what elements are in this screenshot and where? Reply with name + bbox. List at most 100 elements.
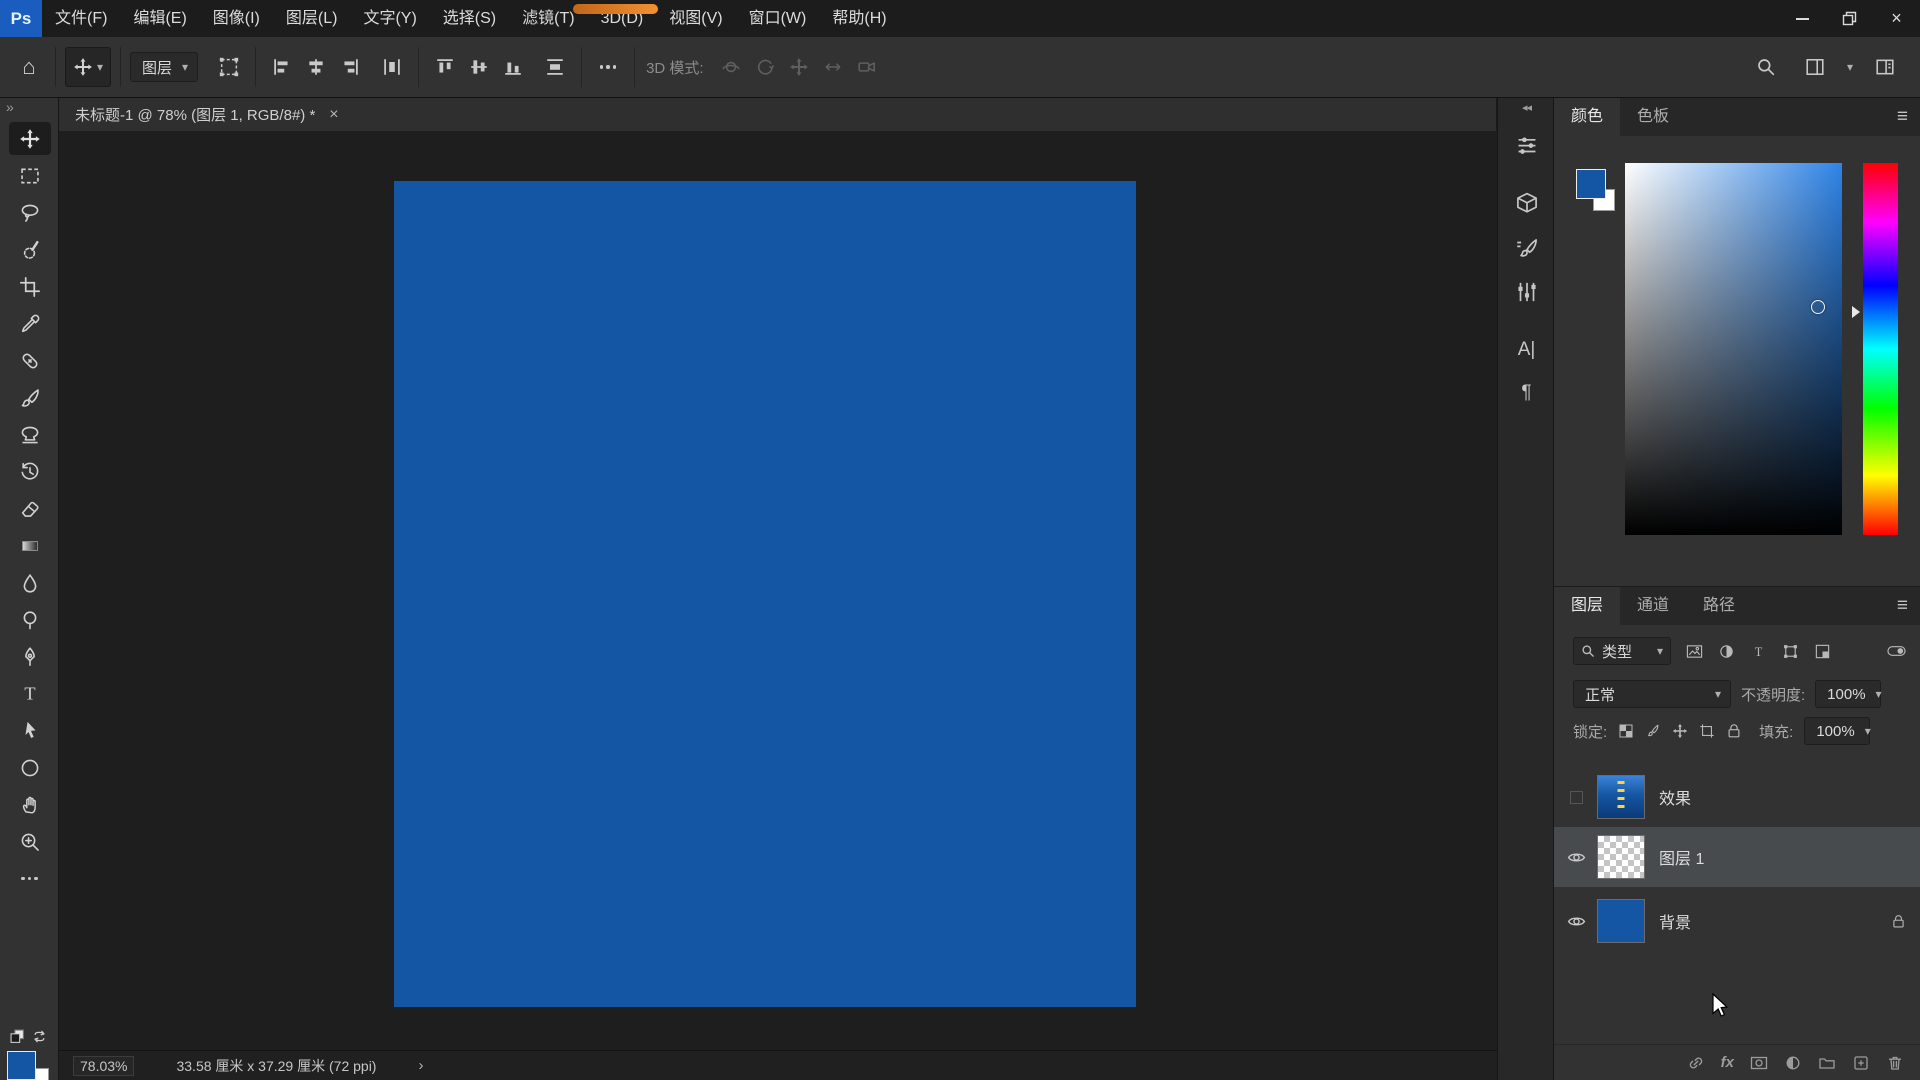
dodge-tool[interactable] <box>0 601 59 638</box>
brush-settings-panel-button[interactable] <box>1498 236 1555 262</box>
rectangular-marquee-tool[interactable] <box>0 157 59 194</box>
tab-channels[interactable]: 通道 <box>1620 587 1686 625</box>
saturation-brightness-field[interactable] <box>1625 163 1842 535</box>
shape-layer-filter-icon[interactable] <box>1782 643 1799 660</box>
layer-thumbnail[interactable] <box>1598 776 1644 818</box>
menu-window[interactable]: 窗口(W) <box>736 0 820 37</box>
menu-help[interactable]: 帮助(H) <box>819 0 899 37</box>
history-brush-tool[interactable] <box>0 453 59 490</box>
3d-slide-button[interactable] <box>816 47 850 87</box>
zoom-level-field[interactable]: 78.03% <box>73 1056 134 1076</box>
tool-preset-button[interactable]: ▾ <box>65 47 111 87</box>
default-colors-button[interactable] <box>10 1029 25 1049</box>
path-selection-tool[interactable] <box>0 712 59 749</box>
show-transform-controls-toggle[interactable] <box>212 47 246 87</box>
align-left-button[interactable] <box>265 47 299 87</box>
document-canvas[interactable] <box>394 181 1136 1007</box>
align-right-button[interactable] <box>333 47 367 87</box>
move-tool[interactable] <box>0 120 59 157</box>
new-group-button[interactable] <box>1818 1054 1836 1072</box>
menu-image[interactable]: 图像(I) <box>200 0 273 37</box>
panel-menu-icon[interactable]: ≡ <box>1897 106 1908 128</box>
distribute-horizontal-button[interactable] <box>375 47 409 87</box>
new-layer-button[interactable] <box>1852 1054 1870 1072</box>
canvas-area[interactable] <box>59 131 1497 1050</box>
link-layers-button[interactable] <box>1687 1054 1705 1072</box>
align-middle-vertical-button[interactable] <box>462 47 496 87</box>
menu-view[interactable]: 视图(V) <box>656 0 735 37</box>
layer-row-effects[interactable]: 效果 <box>1554 767 1920 827</box>
foreground-color-swatch[interactable] <box>7 1051 36 1080</box>
3d-pan-button[interactable] <box>782 47 816 87</box>
search-button[interactable] <box>1749 47 1783 87</box>
zoom-tool[interactable] <box>0 823 59 860</box>
pixel-layer-filter-icon[interactable] <box>1686 643 1703 660</box>
visibility-toggle[interactable] <box>1554 915 1598 928</box>
lock-all-button[interactable] <box>1726 723 1742 739</box>
layer-style-button[interactable]: fx <box>1721 1054 1734 1071</box>
blur-tool[interactable] <box>0 564 59 601</box>
smart-object-filter-icon[interactable] <box>1814 643 1831 660</box>
align-center-horizontal-button[interactable] <box>299 47 333 87</box>
properties-panel-button[interactable] <box>1498 279 1555 305</box>
expand-panels-button[interactable]: ◂◂ <box>1498 101 1555 114</box>
menu-type[interactable]: 文字(Y) <box>350 0 429 37</box>
type-layer-filter-icon[interactable]: T <box>1750 643 1767 660</box>
brush-tool[interactable] <box>0 379 59 416</box>
menu-layer[interactable]: 图层(L) <box>273 0 351 37</box>
swap-colors-button[interactable] <box>32 1029 47 1049</box>
tab-color[interactable]: 颜色 <box>1554 98 1620 136</box>
menu-edit[interactable]: 编辑(E) <box>120 0 199 37</box>
layer-filter-dropdown[interactable]: 类型 ▾ <box>1573 637 1671 665</box>
spot-healing-brush-tool[interactable] <box>0 342 59 379</box>
auto-select-dropdown[interactable]: 图层 ▾ <box>130 52 198 82</box>
tab-paths[interactable]: 路径 <box>1686 587 1752 625</box>
status-chevron-icon[interactable]: › <box>418 1058 423 1073</box>
delete-layer-button[interactable] <box>1886 1054 1904 1072</box>
color-picker-marker[interactable] <box>1811 300 1825 314</box>
layer-filter-toggle[interactable] <box>1887 644 1906 658</box>
clone-stamp-tool[interactable] <box>0 416 59 453</box>
more-align-options-button[interactable] <box>591 47 625 87</box>
distribute-vertical-button[interactable] <box>538 47 572 87</box>
hue-slider-marker[interactable] <box>1852 306 1860 318</box>
visibility-toggle[interactable] <box>1554 791 1598 804</box>
ellipse-tool[interactable] <box>0 749 59 786</box>
foreground-color-well[interactable] <box>1576 169 1606 199</box>
opacity-field[interactable]: 100% ▾ <box>1815 680 1881 708</box>
3d-panel-button[interactable] <box>1498 191 1555 217</box>
adjustments-panel-button[interactable] <box>1498 132 1555 158</box>
paragraph-panel-button[interactable]: ¶ <box>1498 382 1555 404</box>
tools-collapse-button[interactable]: » <box>6 99 14 115</box>
3d-orbit-button[interactable] <box>714 47 748 87</box>
restore-button[interactable] <box>1826 0 1873 37</box>
new-adjustment-layer-button[interactable] <box>1784 1054 1802 1072</box>
lock-image-pixels-button[interactable] <box>1645 723 1661 739</box>
adjustment-layer-filter-icon[interactable] <box>1718 643 1735 660</box>
panel-menu-icon[interactable]: ≡ <box>1897 595 1908 617</box>
align-bottom-button[interactable] <box>496 47 530 87</box>
home-button[interactable]: ⌂ <box>12 47 46 87</box>
minimize-button[interactable] <box>1779 0 1826 37</box>
fill-field[interactable]: 100% ▾ <box>1804 717 1870 745</box>
layer-row-background[interactable]: 背景 <box>1554 891 1920 951</box>
tab-close-icon[interactable]: × <box>329 106 338 124</box>
crop-tool[interactable] <box>0 268 59 305</box>
workspace-switcher[interactable] <box>1798 47 1832 87</box>
type-tool[interactable]: T <box>0 675 59 712</box>
hue-slider[interactable] <box>1863 163 1898 535</box>
lock-position-button[interactable] <box>1672 723 1688 739</box>
visibility-toggle[interactable] <box>1554 851 1598 864</box>
arrange-panels-button[interactable] <box>1868 47 1902 87</box>
tab-layers[interactable]: 图层 <box>1554 587 1620 625</box>
quick-selection-tool[interactable] <box>0 231 59 268</box>
menu-file[interactable]: 文件(F) <box>42 0 120 37</box>
menu-select[interactable]: 选择(S) <box>430 0 509 37</box>
edit-toolbar-button[interactable] <box>0 860 59 897</box>
layer-thumbnail[interactable] <box>1598 900 1644 942</box>
3d-camera-button[interactable] <box>850 47 884 87</box>
layer-thumbnail[interactable] <box>1598 836 1644 878</box>
align-top-button[interactable] <box>428 47 462 87</box>
eraser-tool[interactable] <box>0 490 59 527</box>
document-tab[interactable]: 未标题-1 @ 78% (图层 1, RGB/8#) * × <box>59 98 1497 131</box>
